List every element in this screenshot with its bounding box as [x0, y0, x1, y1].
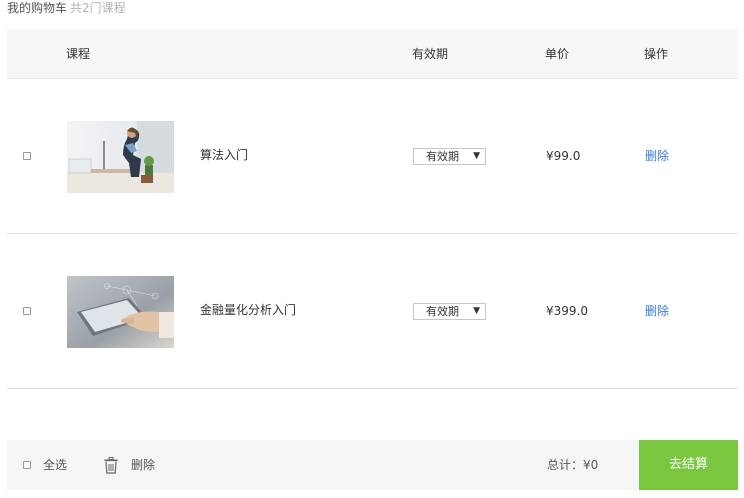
- validity-select[interactable]: 有效期 ▼: [413, 148, 486, 165]
- table-header: 课程 有效期 单价 操作: [7, 29, 738, 79]
- trash-icon[interactable]: [104, 457, 118, 474]
- select-all-checkbox[interactable]: [23, 461, 31, 469]
- validity-select-value: 有效期: [426, 305, 459, 318]
- cart-row: 算法入门 有效期 ▼ ¥99.0 删除: [7, 79, 738, 234]
- course-thumbnail[interactable]: [67, 276, 174, 348]
- delete-link[interactable]: 删除: [645, 148, 669, 164]
- unit-price: ¥399.0: [546, 304, 588, 318]
- cart-footer: 全选 删除 总计：¥0 去结算: [7, 440, 738, 490]
- course-thumbnail[interactable]: [67, 121, 174, 193]
- column-validity: 有效期: [412, 47, 449, 61]
- cart-title: 我的购物车 共2门课程: [7, 0, 126, 16]
- validity-select[interactable]: 有效期 ▼: [413, 303, 486, 320]
- course-count: 共2门课程: [70, 1, 126, 15]
- validity-select-value: 有效期: [426, 150, 459, 163]
- course-name: 算法入门: [200, 148, 249, 162]
- total-amount: 总计：¥0: [547, 458, 599, 472]
- delete-selected-button[interactable]: 删除: [131, 457, 155, 473]
- select-all-label[interactable]: 全选: [43, 457, 67, 473]
- row-checkbox[interactable]: [23, 307, 31, 315]
- row-checkbox[interactable]: [23, 152, 31, 160]
- course-name: 金融量化分析入门: [200, 303, 297, 317]
- cart-row: 金融量化分析入门 有效期 ▼ ¥399.0 删除: [7, 234, 738, 389]
- column-action: 操作: [644, 47, 669, 61]
- triangle-down-icon: ▼: [473, 306, 480, 316]
- checkout-button[interactable]: 去结算: [639, 440, 738, 490]
- column-course: 课程: [66, 47, 91, 61]
- triangle-down-icon: ▼: [473, 151, 480, 161]
- column-price: 单价: [545, 47, 570, 61]
- page-title: 我的购物车: [7, 1, 68, 15]
- unit-price: ¥99.0: [546, 149, 581, 163]
- delete-link[interactable]: 删除: [645, 303, 669, 319]
